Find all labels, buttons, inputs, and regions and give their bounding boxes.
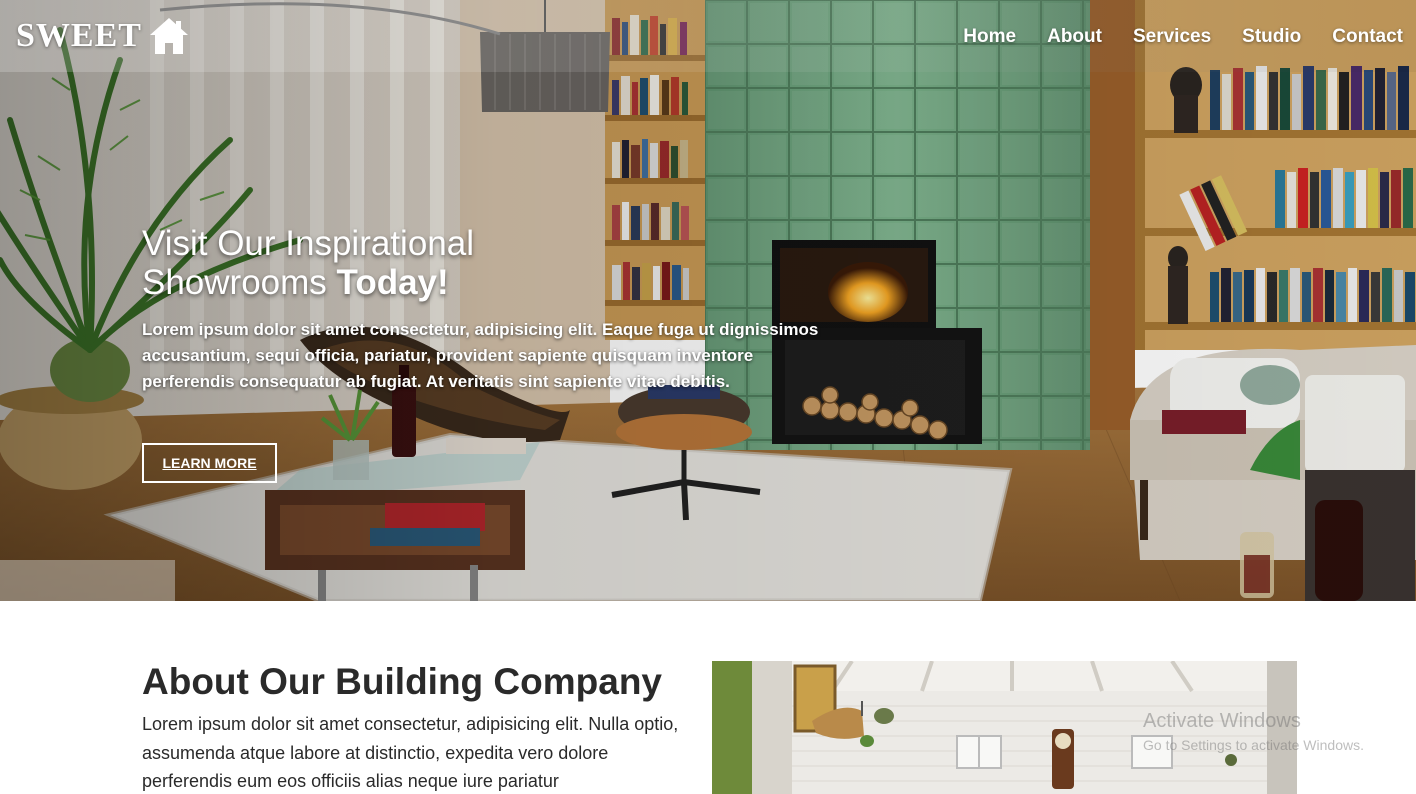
hero-section: SWEET Home About Services Studio Contact… <box>0 0 1416 601</box>
nav-contact[interactable]: Contact <box>1332 24 1403 50</box>
house-icon <box>149 18 188 54</box>
nav-studio[interactable]: Studio <box>1242 24 1301 50</box>
nav-about[interactable]: About <box>1047 24 1102 50</box>
brand-name: SWEET <box>16 17 142 54</box>
about-description: Lorem ipsum dolor sit amet consectetur, … <box>142 714 679 791</box>
hero-title: Visit Our Inspirational Showrooms Today! <box>142 224 662 302</box>
activate-windows-watermark: Activate Windows Go to Settings to activ… <box>1143 710 1403 754</box>
about-title: About Our Building Company <box>142 661 663 702</box>
brand-logo[interactable]: SWEET <box>16 10 190 62</box>
hero-description: Lorem ipsum dolor sit amet consectetur, … <box>142 320 819 391</box>
watermark-title: Activate Windows <box>1143 710 1301 732</box>
learn-more-button[interactable]: LEARN MORE <box>142 443 277 483</box>
nav-services[interactable]: Services <box>1133 24 1211 50</box>
nav-home[interactable]: Home <box>963 24 1016 50</box>
main-nav: Home About Services Studio Contact <box>963 24 1416 50</box>
hero-title-bold: Today! <box>336 263 449 302</box>
watermark-subtitle: Go to Settings to activate Windows. <box>1143 737 1364 753</box>
